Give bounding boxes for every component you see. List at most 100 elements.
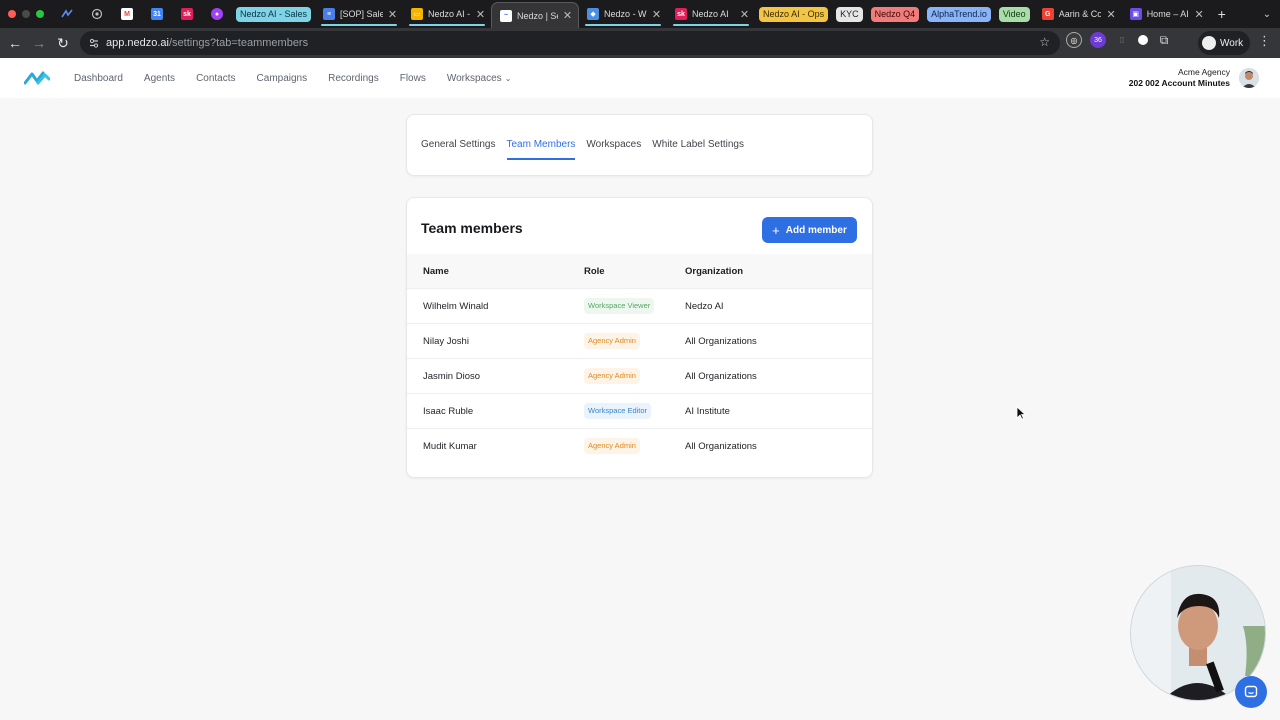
nav-agents[interactable]: Agents — [144, 73, 175, 84]
tab-group-q4[interactable]: Nedzo Q4 — [870, 6, 920, 22]
url-path: /settings?tab=teammembers — [169, 37, 309, 49]
tab-group-sales[interactable]: Nedzo AI - Sales — [236, 6, 312, 22]
account-info[interactable]: Acme Agency 202 002 Account Minutes — [1129, 67, 1230, 88]
chat-launcher-button[interactable] — [1235, 676, 1267, 708]
member-name: Wilhelm Winald — [423, 301, 489, 312]
column-header-role[interactable]: Role — [584, 266, 605, 277]
member-name: Jasmin Dioso — [423, 371, 481, 382]
table-header: Name Role Organization — [407, 254, 872, 289]
profile-button[interactable]: Work — [1198, 31, 1250, 55]
table-row[interactable]: Isaac Ruble Workspace Editor AI Institut… — [407, 394, 872, 429]
close-tab-icon[interactable]: ✕ — [740, 8, 749, 21]
tab-title: Home – AI — [1146, 9, 1189, 19]
forward-arrow-icon[interactable]: → — [27, 31, 51, 55]
site-settings-icon[interactable] — [88, 37, 100, 49]
role-badge: Workspace Viewer — [584, 298, 655, 314]
browser-tab-active[interactable]: ~ Nedzo | Se ✕ — [491, 2, 580, 28]
reload-icon[interactable]: ↻ — [51, 31, 75, 55]
pinned-tab[interactable] — [52, 0, 82, 28]
nav-recordings[interactable]: Recordings — [328, 73, 379, 84]
table-row[interactable]: Jasmin Dioso Agency Admin All Organizati… — [407, 359, 872, 394]
close-tab-icon[interactable]: ✕ — [652, 8, 661, 21]
team-members-card: Team members + Add member Name Role Orga… — [406, 197, 873, 478]
workspace-icon: ◆ — [587, 8, 600, 20]
tab-group-alphatrend[interactable]: AlphaTrend.io — [927, 6, 991, 22]
settings-tabs-card: General Settings Team Members Workspaces… — [406, 114, 873, 176]
tab-workspaces[interactable]: Workspaces — [586, 139, 641, 160]
tab-group-underline — [673, 24, 750, 26]
browser-tab[interactable]: sk Nedzo AI ✕ — [667, 2, 755, 26]
member-organization: All Organizations — [685, 336, 757, 347]
gmail-icon: M — [121, 8, 133, 20]
pinned-tab[interactable]: M — [112, 0, 142, 28]
puzzle-extensions-icon[interactable]: ⧉ — [1156, 32, 1172, 48]
tab-white-label-settings[interactable]: White Label Settings — [652, 139, 744, 160]
extension-dot-icon[interactable] — [1138, 35, 1148, 45]
nav-campaigns[interactable]: Campaigns — [257, 73, 308, 84]
tab-group-ops[interactable]: Nedzo AI - Ops — [759, 6, 829, 22]
new-tab-button[interactable]: + — [1210, 6, 1234, 22]
tab-group-video[interactable]: Video — [998, 6, 1030, 22]
member-organization: All Organizations — [685, 371, 757, 382]
close-tab-icon[interactable]: ✕ — [476, 8, 485, 21]
user-avatar[interactable] — [1239, 68, 1259, 88]
back-arrow-icon[interactable]: ← — [3, 31, 27, 55]
pinned-tab[interactable]: 31 — [142, 0, 172, 28]
pinned-tab[interactable]: sk — [172, 0, 202, 28]
chevron-down-icon: ⌄ — [504, 73, 512, 83]
profile-label: Work — [1220, 37, 1244, 49]
bookmark-star-icon[interactable]: ☆ — [1039, 35, 1050, 49]
pinned-tab[interactable]: ● — [202, 0, 232, 28]
tab-title: Nedzo | Se — [517, 10, 558, 21]
maximize-window-button[interactable] — [36, 10, 44, 18]
table-row[interactable]: Mudit Kumar Agency Admin All Organizatio… — [407, 429, 872, 464]
nedzo-logo-icon[interactable] — [24, 70, 50, 86]
chat-icon — [1244, 685, 1258, 698]
browser-tab-bar: M 31 sk ● Nedzo AI - Sales ≡ [SOP] Sale … — [0, 0, 1280, 28]
slides-icon: ▭ — [411, 8, 424, 20]
tab-group-underline — [321, 24, 398, 26]
close-tab-icon[interactable]: ✕ — [563, 9, 572, 22]
browser-tab[interactable]: ≡ [SOP] Sale ✕ — [315, 2, 403, 26]
column-header-organization[interactable]: Organization — [685, 266, 743, 277]
nav-contacts[interactable]: Contacts — [196, 73, 235, 84]
tab-team-members[interactable]: Team Members — [506, 139, 575, 160]
member-name: Isaac Ruble — [423, 406, 474, 417]
browser-menu-icon[interactable]: ⋮ — [1258, 34, 1271, 47]
nav-workspaces-dropdown[interactable]: Workspaces ⌄ — [447, 73, 512, 84]
extension-icon[interactable]: ◎ — [1066, 32, 1082, 48]
tab-group-kyc[interactable]: KYC — [836, 6, 863, 22]
tab-title: Aarin & Co — [1058, 9, 1102, 19]
nav-dashboard[interactable]: Dashboard — [74, 73, 123, 84]
browser-toolbar: ← → ↻ app.nedzo.ai/settings?tab=teammemb… — [0, 28, 1280, 58]
add-member-button[interactable]: + Add member — [762, 217, 857, 243]
member-name: Nilay Joshi — [423, 336, 469, 347]
column-header-name[interactable]: Name — [423, 266, 449, 277]
minimize-window-button[interactable] — [22, 10, 30, 18]
browser-tab[interactable]: ▣ Home – AI ✕ — [1122, 2, 1210, 26]
pinned-tab[interactable] — [82, 0, 112, 28]
tab-general-settings[interactable]: General Settings — [421, 139, 496, 160]
close-tab-icon[interactable]: ✕ — [1106, 8, 1115, 21]
address-bar[interactable]: app.nedzo.ai/settings?tab=teammembers ☆ — [80, 31, 1060, 55]
member-organization: All Organizations — [685, 441, 757, 452]
table-row[interactable]: Nilay Joshi Agency Admin All Organizatio… — [407, 324, 872, 359]
close-tab-icon[interactable]: ✕ — [388, 8, 397, 21]
tab-search-chevron-icon[interactable]: ⌄ — [1254, 9, 1280, 20]
member-organization: AI Institute — [685, 406, 730, 417]
nav-flows[interactable]: Flows — [400, 73, 426, 84]
tab-title: [SOP] Sale — [340, 9, 383, 19]
extension-grid-icon[interactable]: ⁞⁞ — [1114, 32, 1130, 48]
profile-avatar — [1202, 36, 1216, 50]
browser-tab[interactable]: G Aarin & Co ✕ — [1034, 2, 1122, 26]
docs-icon: ≡ — [323, 8, 336, 20]
url-text: app.nedzo.ai/settings?tab=teammembers — [106, 37, 308, 49]
chrome-app-icon: ● — [211, 8, 223, 20]
browser-tab[interactable]: ◆ Nedzo - W ✕ — [579, 2, 667, 26]
role-badge: Agency Admin — [584, 438, 640, 454]
close-window-button[interactable] — [8, 10, 16, 18]
extension-badge-icon[interactable]: 36 — [1090, 32, 1106, 48]
table-row[interactable]: Wilhelm Winald Workspace Viewer Nedzo AI — [407, 289, 872, 324]
browser-tab[interactable]: ▭ Nedzo AI - ✕ — [403, 2, 491, 26]
close-tab-icon[interactable]: ✕ — [1194, 8, 1203, 21]
